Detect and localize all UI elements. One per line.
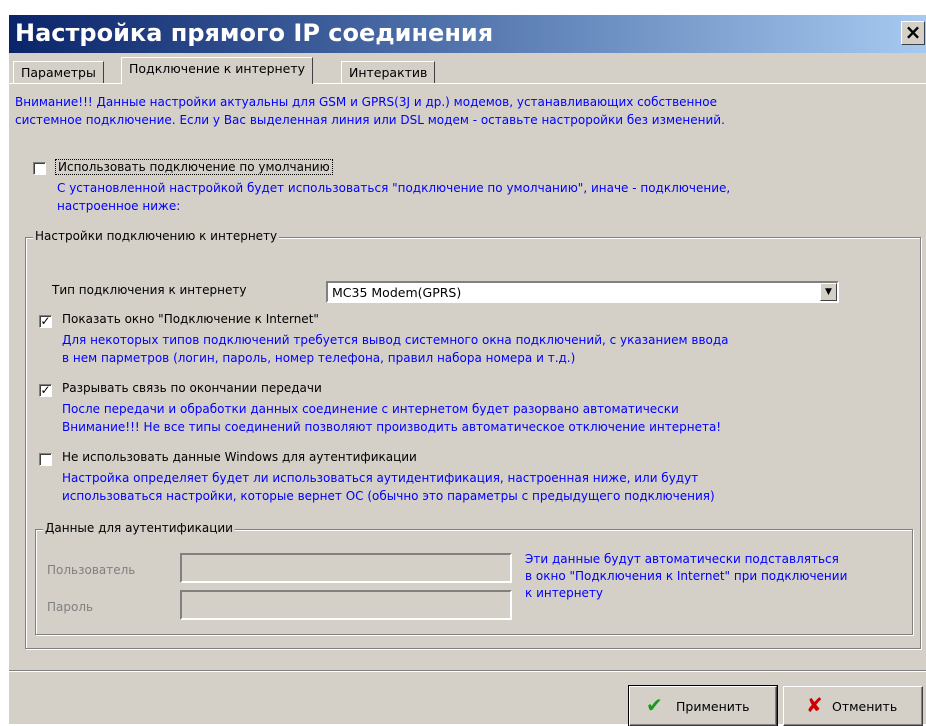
tab-label: Интерактив [349,65,428,80]
cancel-button-label: Отменить [832,699,898,714]
no-windows-auth-checkbox[interactable] [39,453,52,466]
no-windows-auth-desc-2: использоваться настройки, которые вернет… [62,489,715,503]
disconnect-desc-1: После передачи и обработки данных соедин… [62,402,679,416]
checkmark-icon: ✓ [40,314,51,328]
connection-type-value: MC35 Modem(GPRS) [332,285,462,300]
show-window-desc-2: в нем парметров (логин, пароль, номер те… [62,351,576,365]
connection-type-select[interactable]: MC35 Modem(GPRS) ▼ [326,281,839,303]
tab-label: Параметры [21,65,96,80]
close-icon: × [904,20,922,44]
apply-button[interactable]: ✔ Применить [628,685,778,726]
notice-line-1: Внимание!!! Данные настройки актуальны д… [15,95,717,109]
default-connection-desc-2: настроенное ниже: [57,199,181,213]
default-connection-desc-1: С установленной настройкой будет использ… [57,181,731,195]
checkmark-icon: ✓ [40,383,51,397]
apply-button-label: Применить [676,699,750,714]
footer-separator [9,670,926,672]
no-windows-auth-label[interactable]: Не использовать данные Windows для аутен… [62,450,417,464]
disconnect-desc-2: Внимание!!! Не все типы соединений позво… [62,420,722,434]
auth-hint-line-3: к интернету [525,586,604,600]
default-connection-label[interactable]: Использовать подключение по умолчанию [55,159,333,175]
connection-type-label: Тип подключения к интернету [52,283,247,297]
show-window-label[interactable]: Показать окно "Подключение к Internet" [62,312,319,326]
title-bar[interactable]: Настройка прямого IP соединения × [9,15,926,53]
tab-internet-connection[interactable]: Подключение к интернету [121,57,314,84]
password-label: Пароль [47,600,94,614]
internet-settings-legend: Настройки подключению к интернету [33,229,280,243]
auth-hint-line-1: Эти данные будут автоматически подставля… [525,552,839,566]
cancel-button[interactable]: ✘ Отменить [783,686,923,726]
show-window-checkbox[interactable]: ✓ [39,315,52,328]
user-input[interactable] [180,553,512,583]
auth-hint-line-2: в окно "Подключения к Internet" при подк… [525,569,848,583]
window-title: Настройка прямого IP соединения [15,19,494,47]
cross-icon: ✘ [806,693,823,717]
notice-line-2: системное подключение. Если у Вас выделе… [15,113,725,127]
tab-label: Подключение к интернету [129,61,306,76]
user-label: Пользователь [47,563,136,577]
show-window-desc-1: Для некоторых типов подключений требуетс… [62,333,729,347]
tab-parameters[interactable]: Параметры [13,61,104,83]
tab-interactive[interactable]: Интерактив [341,61,436,83]
checkmark-icon: ✔ [646,693,663,717]
disconnect-label[interactable]: Разрывать связь по окончании передачи [62,381,322,395]
disconnect-checkbox[interactable]: ✓ [39,384,52,397]
auth-data-legend: Данные для аутентификации [43,521,235,535]
no-windows-auth-desc-1: Настройка определяет будет ли использова… [62,471,699,485]
settings-dialog: Настройка прямого IP соединения × Параме… [8,14,926,726]
default-connection-checkbox[interactable] [33,162,46,175]
password-input[interactable] [180,590,512,620]
dropdown-arrow-icon[interactable]: ▼ [820,283,837,301]
close-button[interactable]: × [901,21,925,45]
